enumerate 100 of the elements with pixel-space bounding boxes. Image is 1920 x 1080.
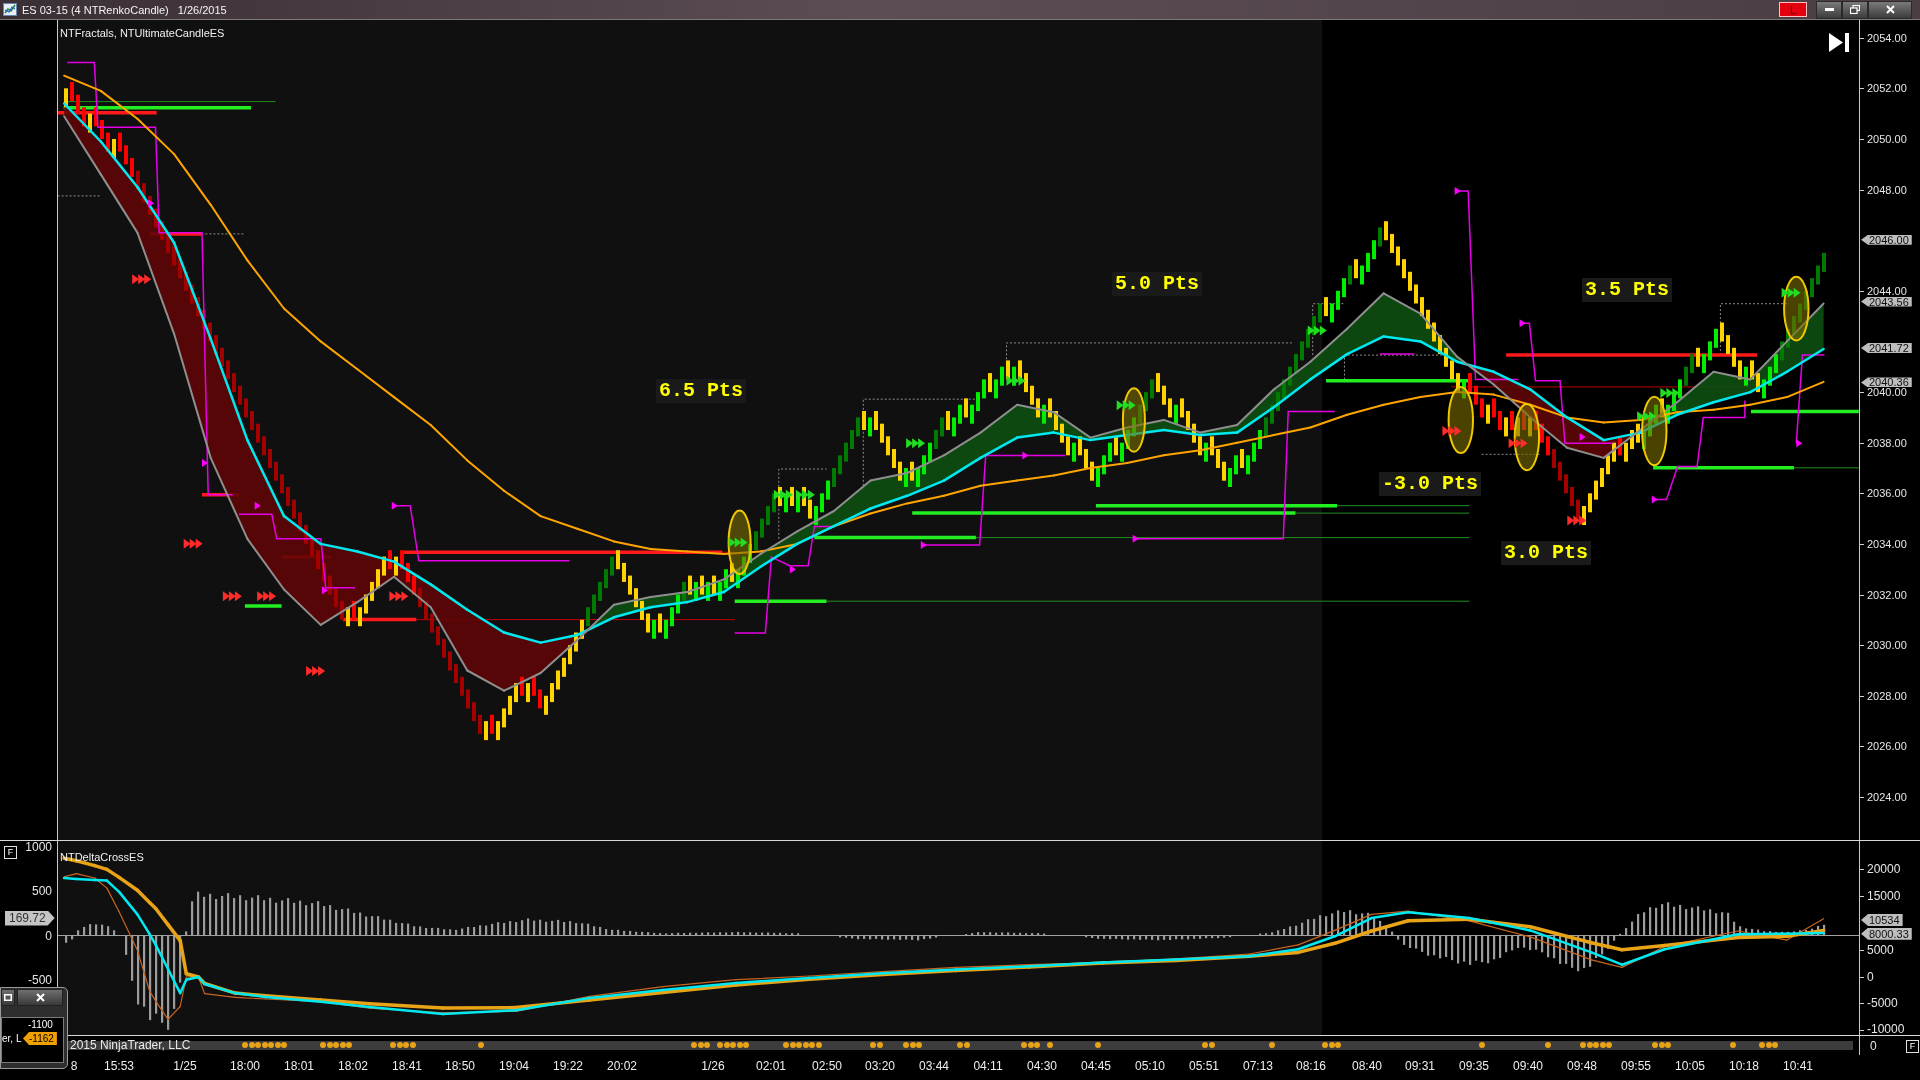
signal-ellipse xyxy=(1513,403,1541,472)
triangle-marker-icon xyxy=(1454,187,1461,195)
axis-label: 2052.00 xyxy=(1867,84,1907,94)
triple-arrow-icon xyxy=(1660,388,1680,399)
triple-arrow-icon xyxy=(1307,325,1327,336)
time-label: 10:18 xyxy=(1729,1059,1759,1073)
axis-label: 2030.00 xyxy=(1867,641,1907,651)
triangle-marker-icon xyxy=(254,501,261,510)
triangle-marker-icon xyxy=(1796,439,1803,448)
axis-label: 500 xyxy=(31,885,52,897)
axis-label: -500 xyxy=(27,974,52,986)
time-label: 03:44 xyxy=(919,1059,949,1073)
support-line xyxy=(244,604,282,608)
triple-arrow-icon xyxy=(306,666,326,676)
time-label: 09:35 xyxy=(1459,1059,1489,1073)
triangle-marker-icon xyxy=(202,458,208,467)
time-label: 02:01 xyxy=(756,1059,786,1073)
triple-arrow-icon xyxy=(906,438,926,449)
signal-ellipse xyxy=(1641,395,1668,467)
time-label: 03:20 xyxy=(865,1059,895,1073)
axis-label: 2040.00 xyxy=(1867,388,1907,398)
axis-label: 2038.00 xyxy=(1867,438,1907,448)
points-annotation: 5.0 Pts xyxy=(1112,272,1202,296)
price-badge: 2040.36 xyxy=(1861,377,1912,388)
skip-to-end-icon[interactable] xyxy=(1829,33,1849,52)
time-label: 18:02 xyxy=(338,1059,368,1073)
triangle-marker-icon xyxy=(1132,534,1139,543)
signal-ellipse xyxy=(1783,275,1810,342)
triangle-marker-icon xyxy=(1651,495,1658,504)
close-button[interactable] xyxy=(17,989,63,1006)
axis-label: -10000 xyxy=(1867,1024,1905,1034)
copyright-text: 2015 NinjaTrader, LLC xyxy=(70,1038,191,1052)
time-label: 18:50 xyxy=(445,1059,475,1073)
time-label: 10:05 xyxy=(1675,1059,1705,1073)
triple-arrow-icon xyxy=(1508,438,1528,449)
triangle-marker-icon xyxy=(148,199,155,208)
close-icon xyxy=(1885,5,1895,14)
triangle-marker-icon xyxy=(1519,319,1526,328)
time-label: 19:04 xyxy=(499,1059,529,1073)
axis-label: 0 xyxy=(1870,1039,1877,1053)
triple-arrow-icon xyxy=(1116,400,1136,411)
triangle-marker-icon xyxy=(789,565,796,574)
axis-label: -5000 xyxy=(1867,998,1898,1009)
triple-arrow-icon xyxy=(1442,426,1462,436)
time-label: 18:41 xyxy=(392,1059,422,1073)
time-label: 1/26 xyxy=(701,1059,725,1073)
points-annotation: 6.5 Pts xyxy=(656,379,746,403)
chart-date: 1/26/2015 xyxy=(177,2,227,17)
time-label: 20:02 xyxy=(607,1059,637,1073)
axis-label: 5000 xyxy=(1867,944,1894,955)
time-label: 05:10 xyxy=(1135,1059,1165,1073)
axis-label: 2050.00 xyxy=(1867,135,1907,144)
triple-arrow-icon xyxy=(132,274,152,285)
time-label: 1/25 xyxy=(173,1059,197,1073)
triple-arrow-icon xyxy=(1781,287,1801,298)
axis-label: 1000 xyxy=(25,841,52,853)
chart-icon xyxy=(3,3,17,16)
time-label: 04:30 xyxy=(1027,1059,1057,1073)
format-button[interactable]: F xyxy=(1906,1040,1919,1053)
time-label: 02:50 xyxy=(812,1059,842,1073)
indicator-list-label: NTFractals, NTUltimateCandleES xyxy=(60,27,225,40)
time-label: 09:31 xyxy=(1405,1059,1435,1073)
close-button[interactable] xyxy=(1868,0,1912,19)
time-label: 04:11 xyxy=(973,1059,1003,1073)
time-label: 15:53 xyxy=(104,1059,134,1073)
triangle-marker-icon xyxy=(920,540,927,549)
window-title: ES 03-15 (4 NTRenkoCandle) xyxy=(22,2,169,17)
restore-button[interactable] xyxy=(1,989,15,1006)
minimize-button[interactable] xyxy=(1816,0,1842,19)
axis-label: 2028.00 xyxy=(1867,691,1907,701)
value-badge: -1162 xyxy=(23,1032,57,1045)
axis-label: 2044.00 xyxy=(1867,286,1907,296)
price-badge: 2043.56 xyxy=(1861,296,1912,307)
range-marker-line xyxy=(1481,453,1541,455)
time-label: 09:48 xyxy=(1567,1059,1597,1073)
restore-icon xyxy=(4,994,12,1001)
axis-label: 2036.00 xyxy=(1867,489,1907,499)
triple-arrow-icon xyxy=(773,489,793,500)
time-label: 19:22 xyxy=(553,1059,583,1073)
axis-label: 15000 xyxy=(1867,891,1901,902)
triangle-marker-icon xyxy=(1022,451,1029,460)
axis-label: 20000 xyxy=(1867,864,1901,875)
time-label: 8 xyxy=(70,1059,78,1073)
triple-arrow-icon xyxy=(795,489,815,500)
axis-label: 0 xyxy=(45,930,52,942)
format-button[interactable]: F xyxy=(4,846,17,859)
triple-arrow-icon xyxy=(1637,411,1657,422)
points-annotation: 3.0 Pts xyxy=(1501,541,1591,565)
minimize-icon xyxy=(1824,8,1834,11)
time-label: 05:51 xyxy=(1189,1059,1219,1073)
time-label: 10:41 xyxy=(1783,1059,1813,1073)
time-label: 04:45 xyxy=(1081,1059,1111,1073)
time-label: 07:13 xyxy=(1243,1059,1273,1073)
time-label: 18:01 xyxy=(284,1059,314,1073)
triangle-marker-icon xyxy=(391,501,398,510)
range-marker-line xyxy=(778,468,827,540)
triangle-marker-icon xyxy=(1579,433,1586,442)
restore-button[interactable] xyxy=(1842,0,1868,19)
time-label: 09:40 xyxy=(1513,1059,1543,1073)
time-label: 18:00 xyxy=(230,1059,260,1073)
